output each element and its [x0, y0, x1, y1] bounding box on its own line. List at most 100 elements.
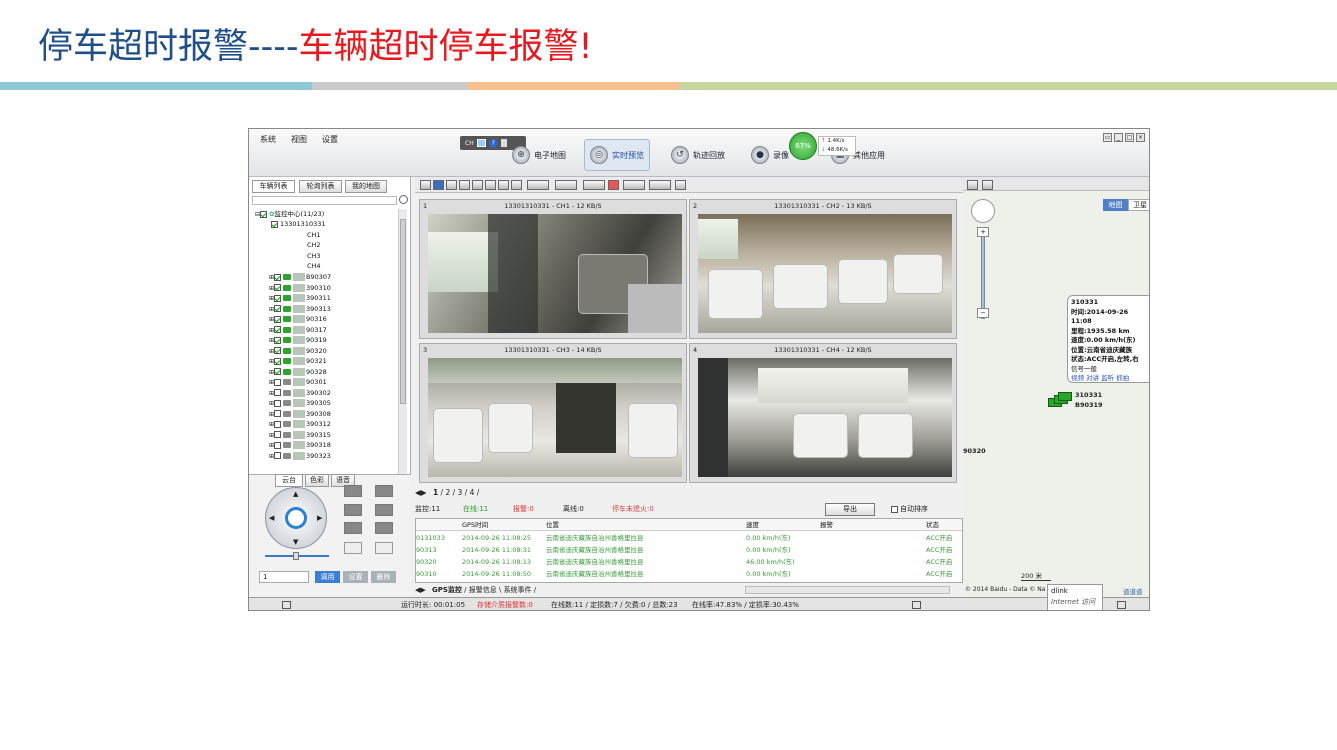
layout-9-icon[interactable]	[472, 180, 483, 190]
col-gps-time[interactable]: GPS时间	[462, 519, 488, 531]
window-minimize-button[interactable]: _	[1114, 133, 1123, 142]
search-icon[interactable]	[399, 195, 408, 204]
arrow-up-icon[interactable]: ▲	[293, 490, 298, 498]
layout-4-icon[interactable]	[433, 180, 444, 190]
tree-channel[interactable]: CH3	[307, 251, 321, 262]
footer-next-icon[interactable]	[1117, 601, 1126, 609]
video-panel-3[interactable]: 3 13301310331 - CH3 - 14 KB/S	[419, 343, 687, 483]
tree-vehicle-item[interactable]: ⊞ 90321	[269, 356, 327, 367]
tree-vehicle-item[interactable]: ⊞ 390318	[269, 440, 331, 451]
tab-my-map[interactable]: 我的地图	[345, 180, 387, 193]
monitor-icon[interactable]	[476, 139, 486, 147]
tree-vehicle-item[interactable]: ⊞ 90317	[269, 325, 327, 336]
layout-16-icon[interactable]	[485, 180, 496, 190]
tab-color[interactable]: 色彩	[305, 474, 329, 487]
set-preset-button[interactable]: 设置	[343, 571, 368, 583]
map-tab-map[interactable]: 地图	[1103, 199, 1128, 211]
col-speed[interactable]: 速度	[746, 519, 759, 531]
tree-vehicle-item[interactable]: ⊞ 390313	[269, 304, 331, 315]
light-icon[interactable]	[344, 542, 362, 554]
col-state[interactable]: 状态	[926, 519, 939, 531]
tree-vehicle-item[interactable]: ⊞ 390305	[269, 398, 331, 409]
layout-6-icon[interactable]	[446, 180, 457, 190]
tab-system-events[interactable]: 系统事件	[504, 586, 532, 594]
tree-vehicle-item[interactable]: ⊞ 390308	[269, 409, 331, 420]
snapshot-icon[interactable]	[583, 180, 605, 190]
tree-vehicle-item[interactable]: ⊞ 390302	[269, 388, 331, 399]
ptz-direction-pad[interactable]: ▲ ▼ ◀ ▶	[265, 487, 327, 549]
page-tab-1[interactable]: 1	[433, 488, 438, 497]
menu-system[interactable]: 系统	[260, 134, 276, 145]
bottom-nav-icon[interactable]: ◀▶	[415, 586, 426, 594]
popup-links[interactable]: 视频 对讲 监听 抓拍	[1071, 374, 1149, 384]
video-panel-4[interactable]: 4 13301310331 - CH4 - 12 KB/S	[689, 343, 957, 483]
footer-dropdown-icon[interactable]	[912, 601, 921, 609]
nav-record-button[interactable]: ● 录像	[751, 139, 789, 171]
window-menu-button[interactable]: ▭	[1103, 133, 1112, 142]
window-select[interactable]	[555, 180, 577, 190]
auto-sort-checkbox[interactable]: 自动排序	[891, 501, 928, 517]
tree-channel[interactable]: CH2	[307, 240, 321, 251]
menu-view[interactable]: 视图	[291, 134, 307, 145]
ptz-center-icon[interactable]	[285, 507, 307, 529]
copy-icon[interactable]	[511, 180, 522, 190]
horizontal-scrollbar[interactable]	[745, 586, 950, 594]
menu-settings[interactable]: 设置	[322, 134, 338, 145]
layout-8-icon[interactable]	[459, 180, 470, 190]
tree-scrollbar[interactable]	[398, 209, 407, 519]
page-tab-3[interactable]: 3	[458, 488, 463, 497]
tree-channel[interactable]: CH1	[307, 230, 321, 241]
tree-vehicle-item[interactable]: ⊞ 90301	[269, 377, 327, 388]
ptz-speed-slider[interactable]	[265, 552, 329, 560]
map-zoom-out-icon[interactable]: −	[977, 308, 989, 318]
wiper-icon[interactable]	[375, 542, 393, 554]
zoom-out-button[interactable]	[375, 485, 393, 497]
tree-vehicle-item[interactable]: ⊞ 390323	[269, 451, 331, 462]
stop-icon[interactable]	[649, 180, 671, 190]
map-search-icon[interactable]	[967, 180, 978, 190]
window-maximize-button[interactable]: □	[1125, 133, 1134, 142]
footer-toggle-icon[interactable]	[282, 601, 291, 609]
map-pan-control[interactable]	[971, 199, 995, 223]
fullscreen-icon[interactable]	[498, 180, 509, 190]
table-row[interactable]: 90313 2014-09-26 11:08:31 云南省迪庆藏族自治州香格里拉县 0…	[416, 544, 962, 556]
help-icon[interactable]: ?	[488, 138, 498, 148]
page-prev-icon[interactable]: ◀▶	[415, 488, 427, 497]
iris-close-button[interactable]	[375, 522, 393, 534]
page-tab-2[interactable]: 2	[445, 488, 450, 497]
nav-track-button[interactable]: ↺ 轨迹回放	[671, 139, 725, 171]
tree-vehicle-item[interactable]: ⊞ 90316	[269, 314, 327, 325]
tree-vehicle-item[interactable]: ⊞ B90307	[269, 272, 331, 283]
call-preset-button[interactable]: 调用	[315, 571, 340, 583]
table-row[interactable]: 90320 2014-09-26 11:08:13 云南省迪庆藏族自治州香格里拉县 4…	[416, 556, 962, 568]
arrow-down-icon[interactable]: ▼	[293, 538, 298, 546]
arrow-left-icon[interactable]: ◀	[269, 514, 274, 522]
tree-vehicle-main[interactable]: 13301310331	[271, 219, 326, 230]
tree-vehicle-item[interactable]: ⊞ 390311	[269, 293, 331, 304]
arrow-right-icon[interactable]: ▶	[317, 514, 322, 522]
delete-preset-button[interactable]: 删除	[371, 571, 396, 583]
map-tab-satellite[interactable]: 卫星	[1128, 199, 1149, 211]
map-zoom-slider[interactable]	[981, 229, 985, 319]
page-tab-4[interactable]: 4	[470, 488, 475, 497]
tree-vehicle-item[interactable]: ⊞ 390315	[269, 430, 331, 441]
table-row[interactable]: 90310 2014-09-26 11:08:50 云南省迪庆藏族自治州香格里拉县 0…	[416, 568, 962, 580]
car-marker-icon[interactable]	[1058, 392, 1072, 401]
video-panel-2[interactable]: 2 13301310331 - CH2 - 13 KB/S	[689, 199, 957, 339]
tree-vehicle-item[interactable]: ⊞ 390310	[269, 283, 331, 294]
export-button[interactable]: 导出	[825, 503, 875, 516]
tree-search-input[interactable]	[252, 196, 397, 205]
vehicle-marker-cluster[interactable]	[1048, 392, 1072, 410]
map-save-icon[interactable]	[982, 180, 993, 190]
focus-far-button[interactable]	[375, 504, 393, 516]
layout-1-icon[interactable]	[420, 180, 431, 190]
mute-icon[interactable]	[608, 180, 619, 190]
tab-alarm-info[interactable]: 报警信息	[469, 586, 497, 594]
tab-vehicle-list[interactable]: 车辆列表	[252, 180, 295, 193]
map-zoom-in-icon[interactable]: +	[977, 227, 989, 237]
tree-vehicle-item[interactable]: ⊞ 90328	[269, 367, 327, 378]
col-alarm[interactable]: 报警	[820, 519, 833, 531]
focus-near-button[interactable]	[344, 504, 362, 516]
preset-input[interactable]: 1	[259, 571, 309, 583]
nav-preview-button[interactable]: ◎ 实时预览	[584, 139, 650, 171]
